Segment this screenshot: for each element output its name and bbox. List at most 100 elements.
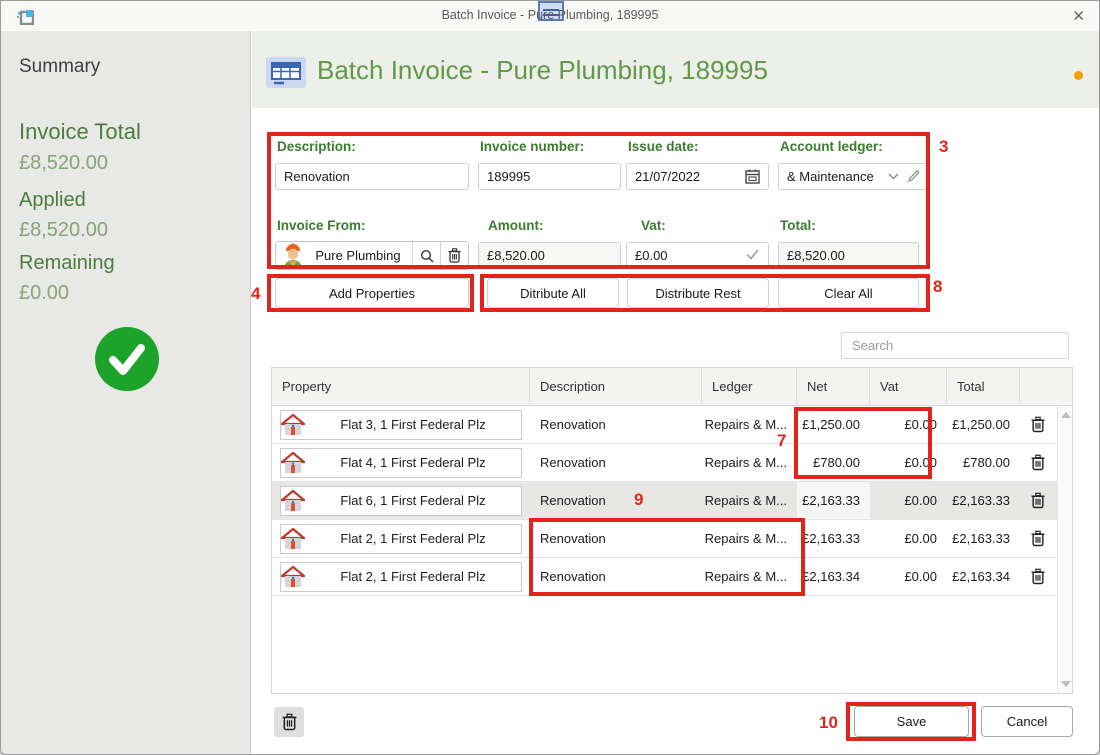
cancel-button[interactable]: Cancel <box>981 706 1073 737</box>
description-cell: Renovation <box>540 417 606 432</box>
account-ledger-select[interactable]: & Maintenance <box>778 163 929 190</box>
scroll-down-icon[interactable] <box>1061 681 1071 687</box>
description-cell: Renovation <box>540 531 606 546</box>
table-scrollbar[interactable] <box>1057 406 1072 693</box>
net-cell: £780.00 <box>813 455 860 470</box>
account-ledger-label: Account ledger: <box>780 139 883 154</box>
col-total[interactable]: Total <box>947 368 1020 405</box>
col-property[interactable]: Property <box>272 368 530 405</box>
property-cell[interactable]: Flat 2, 1 First Federal Plz <box>280 561 522 592</box>
description-cell: Renovation <box>540 455 606 470</box>
table-row[interactable]: Flat 4, 1 First Federal Plz Renovation R… <box>272 444 1072 482</box>
total-cell: £2,163.33 <box>952 531 1010 546</box>
batch-invoice-icon <box>266 57 306 88</box>
search-input[interactable] <box>841 332 1069 359</box>
net-cell: £1,250.00 <box>802 417 860 432</box>
remove-contact-trash-icon[interactable] <box>440 242 468 269</box>
vat-cell: £0.00 <box>904 531 937 546</box>
vat-cell: £0.00 <box>904 417 937 432</box>
invoice-from-picker[interactable]: Pure Plumbing <box>275 241 469 270</box>
amount-field[interactable] <box>478 242 621 269</box>
delete-row-trash-icon[interactable] <box>1031 530 1045 547</box>
property-cell[interactable]: Flat 3, 1 First Federal Plz <box>280 409 522 440</box>
close-icon[interactable]: ✕ <box>1072 7 1085 25</box>
ledger-cell: Repairs & M... <box>704 493 787 508</box>
save-button[interactable]: Save <box>854 706 969 737</box>
invoice-from-label: Invoice From: <box>277 218 366 233</box>
success-check-icon <box>95 327 159 391</box>
table-row[interactable]: Flat 3, 1 First Federal Plz Renovation R… <box>272 406 1072 444</box>
chevron-down-icon[interactable] <box>888 173 899 180</box>
plumber-avatar-icon <box>282 243 304 268</box>
vat-cell: £0.00 <box>904 455 937 470</box>
property-cell[interactable]: Flat 4, 1 First Federal Plz <box>280 447 522 478</box>
table-row[interactable]: Flat 2, 1 First Federal Plz Renovation R… <box>272 558 1072 596</box>
invoice-from-value: Pure Plumbing <box>315 248 401 263</box>
invoice-total-value: £8,520.00 <box>19 152 108 174</box>
delete-row-trash-icon[interactable] <box>1031 568 1045 585</box>
vat-cell: £0.00 <box>904 493 937 508</box>
table-row-selected[interactable]: Flat 6, 1 First Federal Plz Renovation R… <box>272 482 1072 520</box>
description-cell: Renovation <box>540 569 606 584</box>
description-field[interactable] <box>275 163 469 190</box>
total-cell: £2,163.33 <box>952 493 1010 508</box>
col-description[interactable]: Description <box>530 368 702 405</box>
applied-value: £8,520.00 <box>19 219 108 241</box>
account-ledger-value: & Maintenance <box>787 169 874 184</box>
total-cell: £1,250.00 <box>952 417 1010 432</box>
table-row[interactable]: Flat 2, 1 First Federal Plz Renovation R… <box>272 520 1072 558</box>
search-contact-icon[interactable] <box>412 242 440 269</box>
total-cell: £780.00 <box>963 455 1010 470</box>
add-properties-button[interactable]: Add Properties <box>275 278 469 308</box>
window-title: Batch Invoice - Pure Plumbing, 189995 <box>441 8 659 22</box>
invoice-number-label: Invoice number: <box>480 139 585 154</box>
clear-all-button[interactable]: Clear All <box>778 278 919 308</box>
invoice-number-field[interactable] <box>478 163 621 190</box>
annotation-label-3: 3 <box>939 137 949 156</box>
delete-selected-trash-icon[interactable] <box>274 707 304 737</box>
summary-sidebar: Summary Invoice Total £8,520.00 Applied … <box>1 31 251 754</box>
house-icon <box>281 565 305 587</box>
table-header: Property Description Ledger Net Vat Tota… <box>272 368 1072 406</box>
property-cell[interactable]: Flat 6, 1 First Federal Plz <box>280 485 522 516</box>
property-cell[interactable]: Flat 2, 1 First Federal Plz <box>280 523 522 554</box>
annotation-label-10: 10 <box>819 713 838 732</box>
col-net[interactable]: Net <box>797 368 870 405</box>
total-field[interactable] <box>778 242 919 269</box>
distribute-all-button[interactable]: Ditribute All <box>487 278 619 308</box>
description-label: Description: <box>277 139 356 154</box>
vat-valid-check-icon <box>746 249 759 260</box>
house-icon <box>281 451 305 473</box>
sidebar-heading: Summary <box>19 56 101 77</box>
scroll-up-icon[interactable] <box>1061 412 1071 418</box>
batch-invoice-window: Batch Invoice - Pure Plumbing, 189995 ✕ … <box>0 0 1100 755</box>
distribute-rest-button[interactable]: Distribute Rest <box>627 278 769 308</box>
edit-pencil-icon[interactable] <box>907 170 920 183</box>
amount-label: Amount: <box>488 218 544 233</box>
delete-row-trash-icon[interactable] <box>1031 454 1045 471</box>
calendar-icon[interactable] <box>745 169 760 184</box>
net-cell: £2,163.33 <box>802 531 860 546</box>
delete-row-trash-icon[interactable] <box>1031 416 1045 433</box>
ledger-cell: Repairs & M... <box>704 531 787 546</box>
net-cell: £2,163.34 <box>802 569 860 584</box>
house-icon <box>281 489 305 511</box>
ledger-cell: Repairs & M... <box>704 455 787 470</box>
remaining-label: Remaining <box>19 252 115 274</box>
vat-label: Vat: <box>641 218 666 233</box>
net-cell: £2,163.33 <box>797 482 870 519</box>
status-dot-icon <box>1074 71 1083 80</box>
properties-table: Property Description Ledger Net Vat Tota… <box>271 367 1073 694</box>
delete-row-trash-icon[interactable] <box>1031 492 1045 509</box>
issue-date-label: Issue date: <box>628 139 699 154</box>
page-title: Batch Invoice - Pure Plumbing, 189995 <box>317 55 768 85</box>
col-vat[interactable]: Vat <box>870 368 947 405</box>
col-ledger[interactable]: Ledger <box>702 368 797 405</box>
description-cell: Renovation <box>540 493 606 508</box>
annotation-label-8: 8 <box>933 277 943 296</box>
titlebar[interactable]: Batch Invoice - Pure Plumbing, 189995 ✕ <box>1 1 1099 31</box>
house-icon <box>281 527 305 549</box>
remaining-value: £0.00 <box>19 282 70 304</box>
applied-label: Applied <box>19 189 86 211</box>
total-cell: £2,163.34 <box>952 569 1010 584</box>
